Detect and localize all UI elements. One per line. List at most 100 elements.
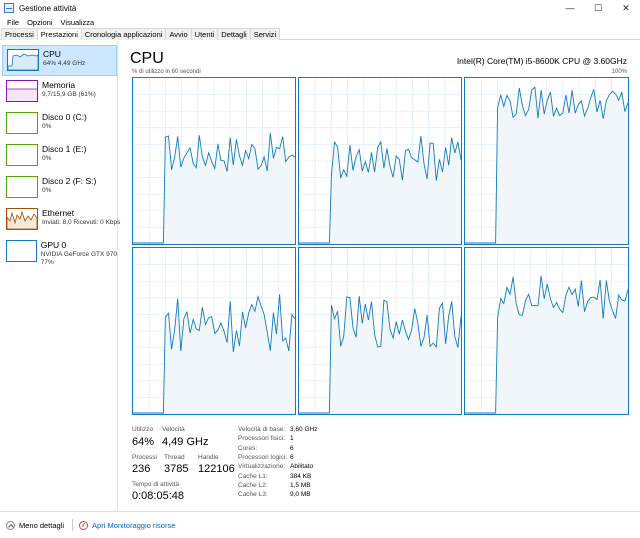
cpu-graph-icon [7, 49, 39, 71]
sidebar-item-value: Inviati: 8,0 Ricevuti: 0 Kbps [42, 219, 121, 226]
task-manager-icon [4, 3, 14, 13]
chevron-up-icon[interactable] [6, 520, 15, 530]
disk-graph-icon [6, 144, 38, 166]
core-graph [298, 247, 462, 415]
core-graph [464, 77, 629, 245]
sidebar-item-memory[interactable]: Memoria 9,7/15,9 GB (61%) [2, 77, 117, 108]
sidebar-item-gpu[interactable]: GPU 0 NVIDIA GeForce GTX 970 77% [2, 237, 117, 271]
sidebar-item-label: CPU [43, 49, 61, 59]
sidebar-item-disk-1[interactable]: Disco 1 (E:) 0% [2, 141, 117, 172]
core-graph [464, 247, 629, 415]
sidebar-item-cpu[interactable]: CPU 64% 4,49 GHz [2, 45, 117, 76]
utilization-label: Utilizzo [132, 426, 153, 433]
tab-app-history[interactable]: Cronologia applicazioni [80, 28, 167, 40]
core-usage-graph [465, 78, 628, 244]
tab-bar: Processi Prestazioni Cronologia applicaz… [0, 28, 640, 41]
core-usage-graph [299, 78, 461, 244]
menu-options[interactable]: Opzioni [23, 18, 56, 27]
core-graph [298, 77, 462, 245]
speed-label: Velocità [162, 426, 185, 433]
sidebar-item-label: GPU 0 [40, 240, 67, 250]
sidebar-item-disk-0[interactable]: Disco 0 (C:) 0% [2, 109, 117, 140]
performance-panel: CPU Intel(R) Core(TM) i5-8600K CPU @ 3.6… [118, 41, 640, 511]
processes-label: Processi [132, 454, 157, 461]
less-details-link[interactable]: Meno dettagli [19, 521, 64, 530]
menu-bar: File Opzioni Visualizza [0, 16, 98, 28]
tab-startup[interactable]: Avvio [165, 28, 192, 40]
cpu-model: Intel(R) Core(TM) i5-8600K CPU @ 3.60GHz [456, 56, 627, 66]
spec-value: 1 [290, 435, 294, 443]
threads-label: Thread [164, 454, 185, 461]
sidebar-item-ethernet[interactable]: Ethernet Inviati: 8,0 Ricevuti: 0 Kbps [2, 205, 121, 236]
disk-graph-icon [6, 176, 38, 198]
core-usage-graph [465, 248, 628, 414]
gpu-graph-icon [6, 240, 37, 262]
core-graph [132, 77, 296, 245]
menu-file[interactable]: File [3, 18, 23, 27]
threads-value: 3785 [164, 463, 189, 475]
handles-value: 122106 [198, 463, 235, 475]
menu-view[interactable]: Visualizza [57, 18, 99, 27]
core-usage-area [465, 275, 628, 414]
spec-value: Abilitato [290, 463, 314, 471]
spec-value: 3,60 GHz [290, 426, 318, 433]
tab-processes[interactable]: Processi [1, 28, 38, 40]
spec-label: Cache L2: [238, 481, 268, 489]
core-graph [132, 247, 296, 415]
page-title: CPU [130, 50, 164, 67]
ethernet-graph-icon [6, 208, 38, 230]
spec-label: Cores: [238, 444, 258, 452]
tab-details[interactable]: Dettagli [217, 28, 251, 40]
tab-services[interactable]: Servizi [249, 28, 281, 40]
sidebar-item-label: Memoria [42, 80, 76, 90]
core-usage-area [465, 87, 628, 244]
handles-label: Handle [198, 454, 219, 461]
uptime-value: 0:08:05:48 [132, 490, 184, 502]
spec-label: Processori logici: [238, 453, 288, 461]
sidebar-item-value: 9,7/15,9 GB (61%) [42, 91, 96, 98]
core-usage-area [299, 136, 461, 244]
uptime-label: Tempo di attività [132, 481, 179, 488]
utilization-value: 64% [132, 436, 155, 448]
tab-users[interactable]: Utenti [190, 28, 219, 40]
core-usage-graph [133, 78, 295, 244]
open-resource-monitor-link[interactable]: Apri Monitoraggio risorse [92, 521, 175, 530]
spec-label: Cache L1: [238, 472, 268, 480]
sidebar-item-label: Disco 0 (C:) [42, 112, 87, 122]
speed-value: 4,49 GHz [162, 436, 209, 448]
close-button[interactable]: ✕ [612, 0, 640, 16]
sidebar-item-value: 0% [42, 187, 52, 194]
sidebar-item-value: 0% [42, 123, 52, 130]
minimize-button[interactable]: — [556, 0, 584, 16]
sidebar-item-label: Ethernet [42, 208, 75, 218]
spec-value: 384 KB [290, 472, 312, 480]
cpu-core-graphs [132, 77, 629, 415]
graph-caption: % di utilizzo in 60 secondi [132, 69, 201, 75]
sidebar-item-disk-2[interactable]: Disco 2 (F: S:) 0% [2, 173, 117, 204]
sidebar-item-value: NVIDIA GeForce GTX 970 [40, 251, 117, 258]
spec-label: Velocità di base: [238, 426, 286, 433]
window-title: Gestione attività [19, 3, 77, 13]
spec-value: 6 [290, 444, 294, 452]
core-usage-graph [133, 248, 295, 414]
graph-max-label: 100% [611, 69, 627, 75]
title-bar: Gestione attività — ☐ ✕ [0, 0, 640, 16]
core-usage-graph [299, 248, 461, 414]
sidebar-item-value: 64% 4,49 GHz [43, 60, 86, 67]
spec-label: Virtualizzazione: [238, 463, 286, 471]
sidebar-item-value: 77% [40, 259, 54, 266]
spec-value: 9,0 MB [290, 491, 311, 499]
disk-graph-icon [6, 112, 38, 134]
resource-monitor-icon[interactable] [79, 520, 89, 530]
footer-divider [72, 519, 74, 531]
window-controls: — ☐ ✕ [556, 0, 640, 16]
maximize-button[interactable]: ☐ [584, 0, 612, 16]
tab-performance[interactable]: Prestazioni [36, 28, 82, 41]
memory-graph-icon [6, 80, 38, 102]
sidebar-item-label: Disco 2 (F: S:) [42, 176, 97, 186]
spec-value: 6 [290, 453, 294, 461]
resource-sidebar: CPU 64% 4,49 GHz Memoria 9,7/15,9 GB (61… [0, 41, 121, 511]
footer-bar: Meno dettagli Apri Monitoraggio risorse [0, 511, 640, 538]
spec-value: 1,5 MB [290, 481, 311, 489]
spec-label: Processori fisici: [238, 435, 285, 443]
